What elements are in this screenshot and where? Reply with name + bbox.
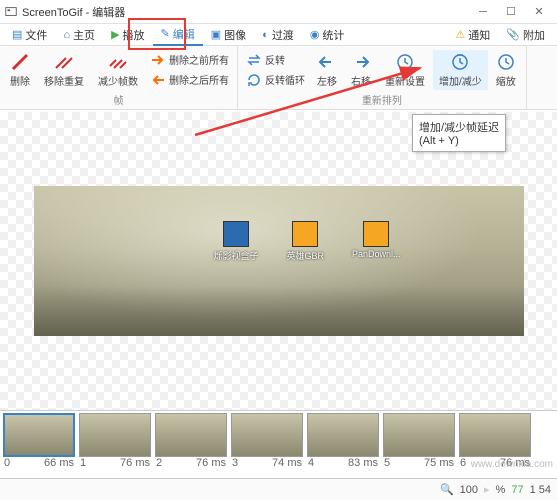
reduce-frames-button[interactable]: 减少帧数 [92, 50, 144, 90]
desktop-icon-3: PanDownl... [352, 221, 401, 262]
file-icon: ▤ [12, 28, 22, 41]
titlebar: ScreenToGif - 编辑器 ─ ☐ ✕ [0, 0, 557, 24]
notify-icon: ⚠ [455, 28, 465, 41]
tooltip-shortcut: (Alt + Y) [419, 135, 499, 147]
stats-icon: ◉ [310, 28, 320, 41]
flip-button[interactable]: 反转 [242, 51, 309, 69]
tooltip: 增加/减少帧延迟 (Alt + Y) [412, 114, 506, 152]
right-icon [351, 52, 371, 72]
zoom-icon[interactable]: 🔍 [440, 483, 454, 496]
move-right-button[interactable]: 右移 [345, 50, 377, 90]
left-icon [317, 52, 337, 72]
ribbon-group-frames: 删除 移除重复 减少帧数 删除之前所有 删除之后所有 帧 [0, 46, 238, 109]
group-label-arrange: 重新排列 [242, 91, 522, 107]
timeline-thumb[interactable]: 374 ms [230, 413, 304, 474]
close-button[interactable]: ✕ [525, 2, 553, 22]
watermark: www.downxia.com [471, 459, 553, 470]
del-after-icon [150, 72, 166, 88]
ribbon: 删除 移除重复 减少帧数 删除之前所有 删除之后所有 帧 反转 反转循环 左移 … [0, 46, 557, 110]
home-icon: ⌂ [63, 29, 70, 41]
timeline-thumb[interactable]: 176 ms [78, 413, 152, 474]
ribbon-group-arrange: 反转 反转循环 左移 右移 重新设置 增加/减少 缩放 重新排列 [238, 46, 527, 109]
maximize-button[interactable]: ☐ [497, 2, 525, 22]
timeline-thumb[interactable]: 483 ms [306, 413, 380, 474]
timeline-thumb[interactable]: 066 ms [2, 413, 76, 474]
selected-count: 77 [511, 484, 523, 496]
reset-button[interactable]: 重新设置 [379, 50, 431, 90]
transition-icon: ◐ [262, 29, 269, 41]
annotation-highlight [128, 18, 186, 50]
desktop-icon-2: 英雄GBR [287, 221, 325, 262]
timeline-thumb[interactable]: 276 ms [154, 413, 228, 474]
delete-button[interactable]: 删除 [4, 50, 36, 90]
group-label-frames: 帧 [4, 91, 233, 107]
flip-loop-icon [246, 72, 262, 88]
frame-preview: 烁影视盒子 英雄GBR PanDownl... [34, 186, 524, 336]
move-left-button[interactable]: 左移 [311, 50, 343, 90]
image-icon: ▣ [211, 28, 221, 41]
play-icon: ▶ [111, 28, 119, 41]
app-icon [4, 5, 18, 19]
zoom-value: 100 [460, 484, 478, 496]
del-before-icon [150, 52, 166, 68]
clock-incdec-icon [450, 52, 470, 72]
desktop-icon-1: 烁影视盒子 [214, 221, 259, 262]
menu-home[interactable]: ⌂主页 [55, 25, 103, 45]
clock-scale-icon [496, 52, 516, 72]
tooltip-title: 增加/减少帧延迟 [419, 119, 499, 135]
remove-dup-icon [54, 52, 74, 72]
menu-stats[interactable]: ◉统计 [302, 25, 353, 45]
menu-transition[interactable]: ◐过渡 [254, 25, 302, 45]
timeline-thumb[interactable]: 575 ms [382, 413, 456, 474]
clock-reset-icon [395, 52, 415, 72]
reduce-icon [108, 52, 128, 72]
remove-dup-button[interactable]: 移除重复 [38, 50, 90, 90]
statusbar: 🔍 100 ▸ % 77 1 54 [0, 478, 557, 500]
inc-dec-button[interactable]: 增加/减少 [433, 50, 488, 90]
flip-loop-button[interactable]: 反转循环 [242, 71, 309, 89]
total-count: 1 54 [530, 484, 551, 496]
menubar: ▤文件 ⌂主页 ▶播放 ✎编辑 ▣图像 ◐过渡 ◉统计 ⚠通知 📎附加 [0, 24, 557, 46]
delete-icon [10, 52, 30, 72]
menu-notify[interactable]: ⚠通知 [447, 25, 498, 45]
delete-before-button[interactable]: 删除之前所有 [146, 51, 233, 69]
scale-button[interactable]: 缩放 [490, 50, 522, 90]
window-title: ScreenToGif - 编辑器 [22, 4, 469, 20]
attach-icon: 📎 [506, 28, 520, 41]
canvas-area[interactable]: 烁影视盒子 英雄GBR PanDownl... [0, 112, 557, 410]
delete-after-button[interactable]: 删除之后所有 [146, 71, 233, 89]
zoom-pct: % [496, 484, 506, 496]
menu-image[interactable]: ▣图像 [203, 25, 254, 45]
flip-icon [246, 52, 262, 68]
menu-attach[interactable]: 📎附加 [498, 25, 553, 45]
minimize-button[interactable]: ─ [469, 2, 497, 22]
menu-file[interactable]: ▤文件 [4, 25, 55, 45]
